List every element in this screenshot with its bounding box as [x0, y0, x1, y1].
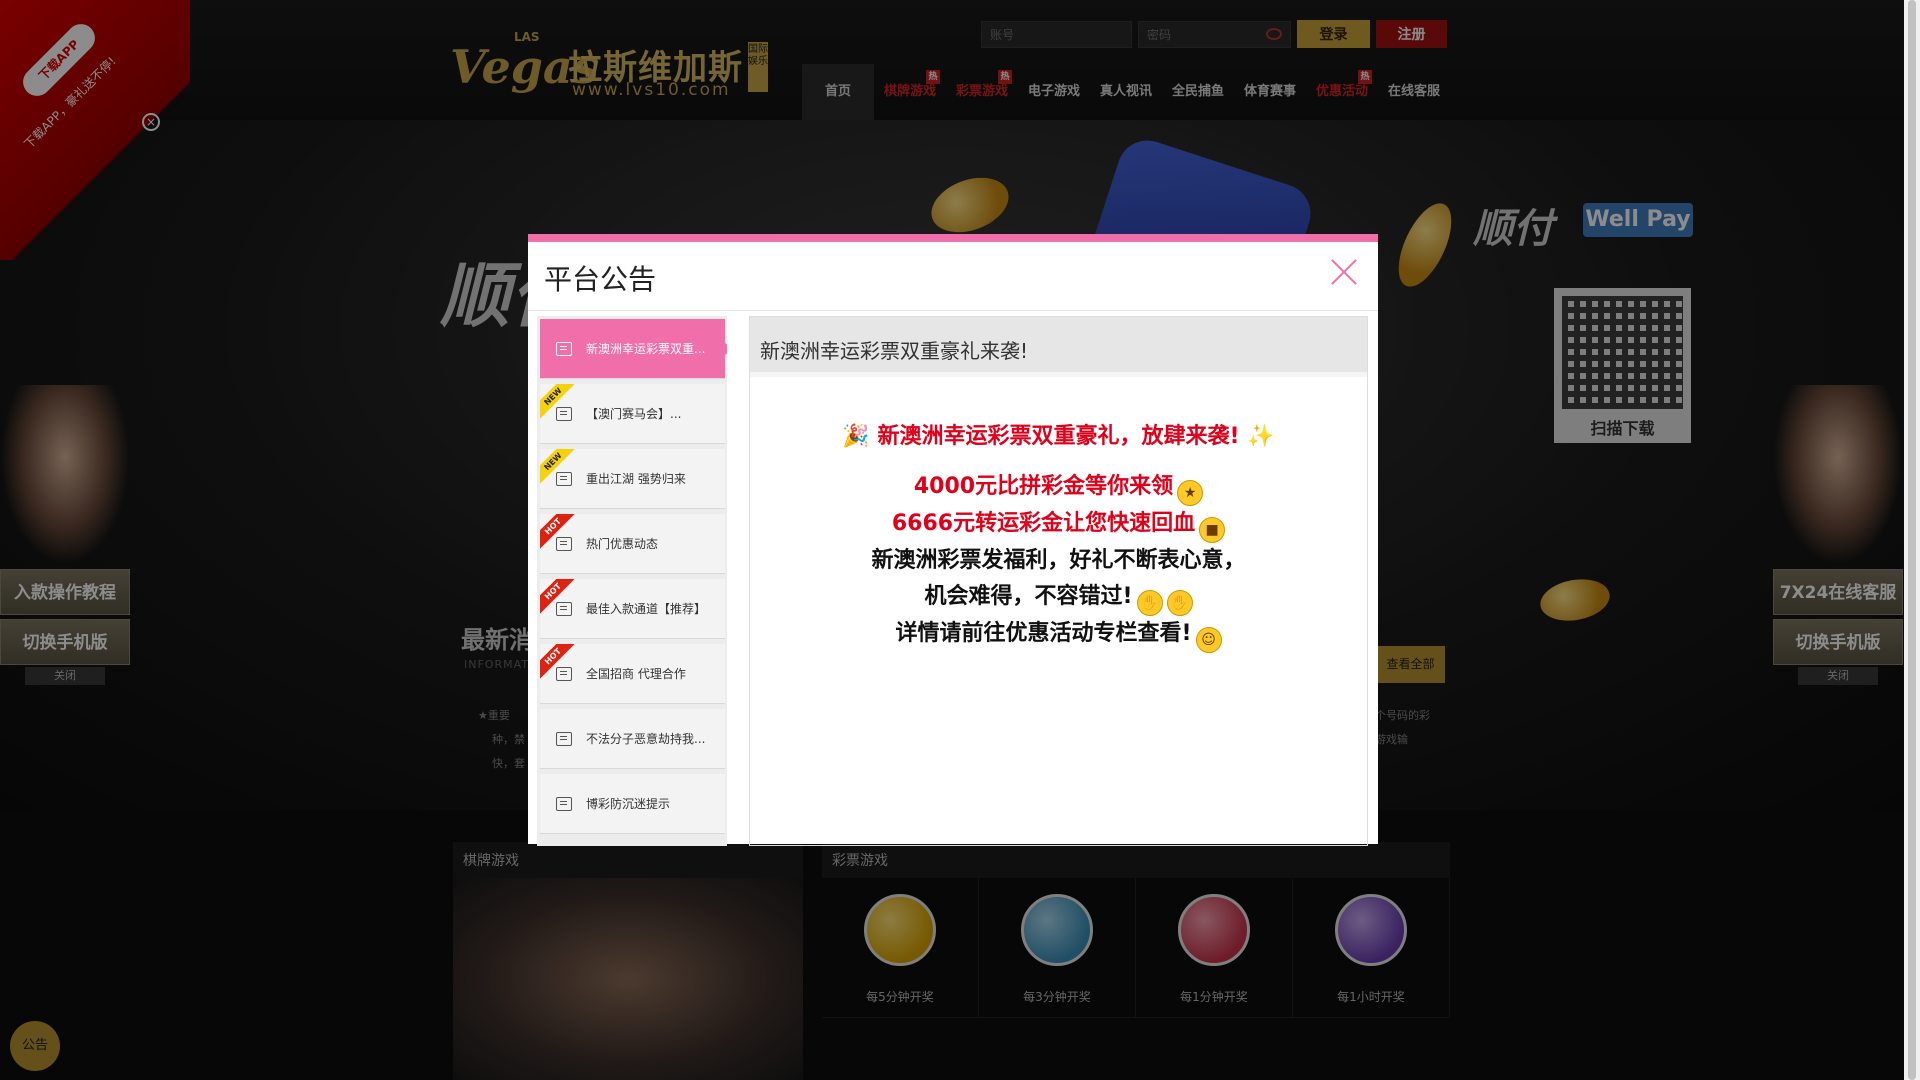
content-body: 🎉 新澳洲幸运彩票双重豪礼，放肆来袭! ✨ 4000元比拼彩金等你来领 ★ 666… — [750, 377, 1367, 653]
scrollbar-thumb[interactable] — [1908, 0, 1916, 1080]
smiling-emoji-icon: ☺ — [1195, 627, 1222, 653]
content-title: 新澳洲幸运彩票双重豪礼来袭! — [750, 317, 1367, 377]
document-icon — [556, 666, 572, 681]
sparkle-icon: ✨ — [1247, 424, 1275, 449]
announcement-item[interactable]: NEW 【澳门赛马会】... — [540, 384, 725, 444]
modal-title: 平台公告 — [544, 263, 657, 296]
document-icon — [556, 536, 572, 551]
announcement-item[interactable]: 不法分子恶意劫持我... — [540, 709, 725, 769]
content-line: 新澳洲彩票发福利，好礼不断表心意， — [871, 548, 1246, 573]
announcement-item[interactable]: NEW 重出江湖 强势归来 — [540, 449, 725, 509]
document-icon — [556, 731, 572, 746]
content-line: 6666元转运彩金让您快速回血 ■ — [750, 506, 1367, 543]
sunglasses-emoji-icon: ■ — [1199, 517, 1226, 543]
document-icon — [556, 406, 572, 421]
content-line: 4000元比拼彩金等你来领 ★ — [750, 469, 1367, 506]
announcement-item[interactable]: HOT 热门优惠动态 — [540, 514, 725, 574]
close-icon[interactable] — [1330, 258, 1358, 286]
document-icon — [556, 341, 572, 356]
document-icon — [556, 601, 572, 616]
announcement-item[interactable]: HOT 全国招商 代理合作 — [540, 644, 725, 704]
raised-hands-emoji-icon: ✋ — [1136, 590, 1163, 616]
announcement-item[interactable]: 博彩防沉迷提示 — [540, 774, 725, 834]
content-line: 🎉 新澳洲幸运彩票双重豪礼，放肆来袭! ✨ — [842, 424, 1275, 449]
content-line: 详情请前往优惠活动专栏查看! ☺ — [750, 616, 1367, 653]
raised-hands-emoji-icon: ✋ — [1166, 590, 1193, 616]
party-popper-icon: 🎉 — [842, 424, 870, 449]
document-icon — [556, 796, 572, 811]
divider — [528, 310, 1378, 311]
announcement-item[interactable]: 新澳洲幸运彩票双重... — [540, 319, 727, 379]
announcement-item[interactable]: HOT 最佳入款通道【推荐】 — [540, 579, 725, 639]
content-line: 机会难得，不容错过! ✋ ✋ — [750, 579, 1367, 616]
document-icon — [556, 471, 572, 486]
star-eyes-emoji-icon: ★ — [1177, 480, 1204, 506]
announcement-modal: 平台公告 新澳洲幸运彩票双重... NEW 【澳门赛马会】... NEW 重出江… — [528, 234, 1378, 846]
announcement-content: 新澳洲幸运彩票双重豪礼来袭! 🎉 新澳洲幸运彩票双重豪礼，放肆来袭! ✨ 400… — [749, 316, 1368, 846]
announcement-list: 新澳洲幸运彩票双重... NEW 【澳门赛马会】... NEW 重出江湖 强势归… — [537, 316, 727, 846]
